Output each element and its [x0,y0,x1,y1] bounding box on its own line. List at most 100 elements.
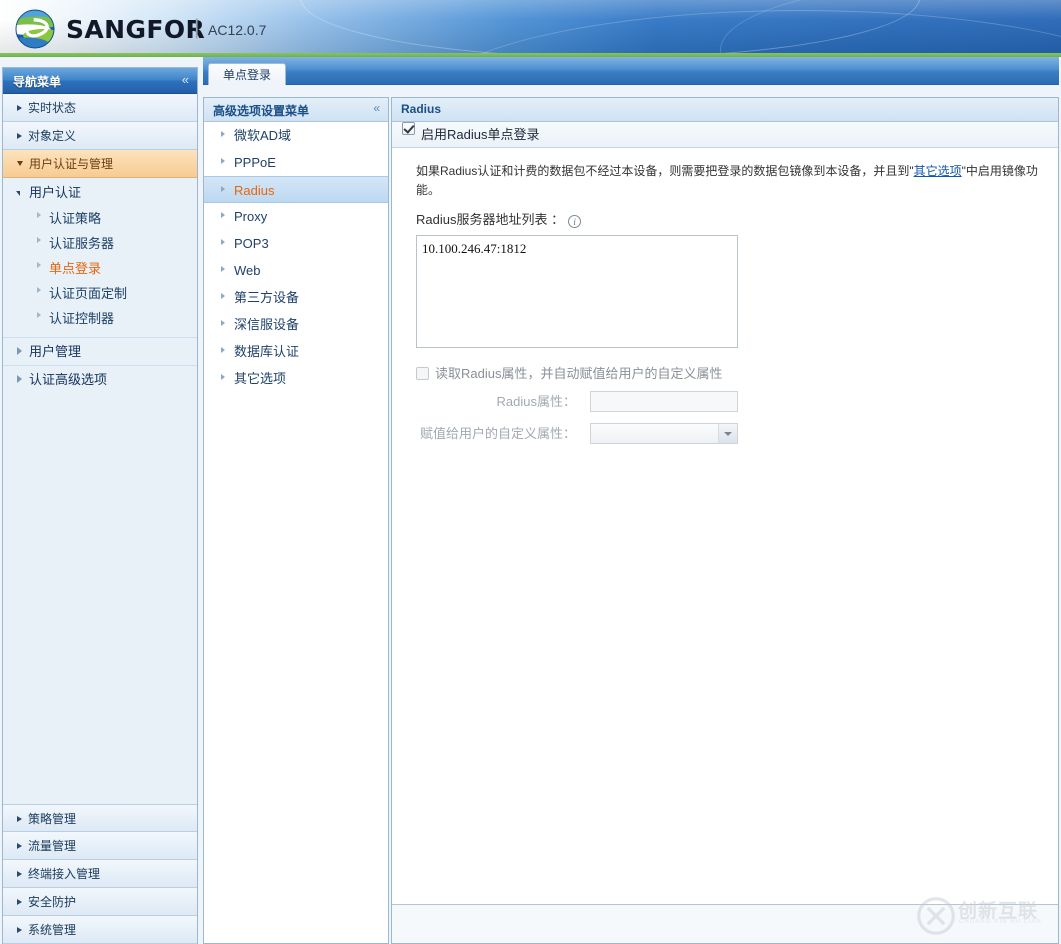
globe-icon [15,9,55,49]
collapse-left-nav-icon[interactable]: « [182,72,189,88]
chevron-right-icon [221,320,225,326]
left-nav-header: 导航菜单 « [3,68,197,94]
sidebar-item-label: 单点登录 [49,261,102,276]
radius-attribute-input[interactable] [590,391,738,412]
assign-custom-attribute-label: 赋值给用户的自定义属性： [419,426,576,441]
menu-item-pppoe[interactable]: PPPoE [204,149,388,176]
advanced-menu-header: 高级选项设置菜单 « [204,98,388,122]
app-shell: 导航菜单 « 实时状态 对象定义 用户认证与管理 用户认证 认证策略 认证服务器 [0,57,1061,944]
chevron-right-outline-icon [17,375,22,383]
chevron-right-icon [37,287,41,293]
chevron-right-icon [17,105,22,111]
sidebar-group-user-auth[interactable]: 用户认证 [3,180,197,206]
sidebar-item-auth-controller[interactable]: 认证控制器 [3,306,197,331]
chevron-right-outline-icon [17,347,22,355]
brand-version: AC12.0.7 [208,22,267,38]
sidebar-item-label: 对象定义 [28,129,77,143]
description-text: 如果Radius认证和计费的数据包不经过本设备，则需要把登录的数据包镜像到本设备… [416,162,1041,200]
read-radius-attribute-label[interactable]: 读取Radius属性，并自动赋值给用户的自定义属性 [435,366,722,381]
sidebar-group-user-management[interactable]: 用户管理 [3,337,197,365]
sidebar-item-label: 认证策略 [49,211,102,226]
sidebar-item-endpoint-access-management[interactable]: 终端接入管理 [3,860,197,888]
left-nav-title: 导航菜单 [13,75,62,89]
menu-item-ms-ad-domain[interactable]: 微软AD域 [204,122,388,149]
chevron-right-icon [221,293,225,299]
description-before: 如果Radius认证和计费的数据包不经过本设备，则需要把登录的数据包镜像到本设备… [416,164,914,178]
menu-item-label: 第三方设备 [234,290,300,305]
chevron-right-icon [221,374,225,380]
menu-item-radius[interactable]: Radius [204,176,388,203]
sidebar-item-label: 终端接入管理 [28,867,101,881]
content-panel: Radius 启用Radius单点登录 如果Radius认证和计费的数据包不经过… [391,97,1059,944]
read-radius-attribute-row: 读取Radius属性，并自动赋值给用户的自定义属性 [416,367,1042,381]
info-icon[interactable]: i [568,215,582,228]
tab-single-sign-on[interactable]: 单点登录 [208,63,287,85]
sidebar-group-auth-advanced[interactable]: 认证高级选项 [3,365,197,393]
enable-radius-sso-label[interactable]: 启用Radius单点登录 [421,127,539,142]
sidebar-group-label: 认证高级选项 [29,372,108,387]
menu-item-web[interactable]: Web [204,257,388,284]
sidebar-item-object-definition[interactable]: 对象定义 [3,122,197,150]
menu-item-proxy[interactable]: Proxy [204,203,388,230]
sidebar-item-label: 认证控制器 [49,311,115,326]
content-body: 如果Radius认证和计费的数据包不经过本设备，则需要把登录的数据包镜像到本设备… [392,148,1058,445]
chevron-right-icon [221,131,225,137]
menu-item-label: 数据库认证 [234,344,300,359]
brand-name: SANGFOR [66,15,206,44]
sidebar-item-system-management[interactable]: 系统管理 [3,916,197,944]
sidebar-subgroup: 用户认证 认证策略 认证服务器 单点登录 认证页面定制 认证控制器 用户管理 认… [3,178,197,393]
chevron-right-icon [37,312,41,318]
menu-item-label: Proxy [234,209,268,224]
sidebar-item-security-protection[interactable]: 安全防护 [3,888,197,916]
sidebar-item-traffic-management[interactable]: 流量管理 [3,832,197,860]
chevron-right-icon [37,237,41,243]
advanced-menu-title: 高级选项设置菜单 [213,104,310,118]
chevron-right-icon [221,158,225,164]
chevron-down-icon[interactable] [718,424,737,443]
sidebar-item-label: 用户认证与管理 [29,157,114,171]
radius-server-list-textarea[interactable] [416,235,738,348]
content-header: Radius [392,98,1058,122]
chevron-right-icon [17,927,22,933]
menu-item-sangfor-device[interactable]: 深信服设备 [204,311,388,338]
other-options-link[interactable]: 其它选项 [914,164,962,178]
menu-item-database-auth[interactable]: 数据库认证 [204,338,388,365]
collapse-advanced-menu-icon[interactable]: « [373,101,380,115]
menu-item-other-options[interactable]: 其它选项 [204,365,388,392]
sidebar-item-label: 策略管理 [28,812,77,826]
menu-item-third-party-device[interactable]: 第三方设备 [204,284,388,311]
menu-item-label: 微软AD域 [234,128,292,143]
sidebar-item-policy-management[interactable]: 策略管理 [3,804,197,832]
server-list-label-row: Radius服务器地址列表 ： i [416,209,1042,228]
triangle-down-icon [16,191,20,196]
menu-item-pop3[interactable]: POP3 [204,230,388,257]
sidebar-item-realtime-status[interactable]: 实时状态 [3,94,197,122]
menu-item-label: 其它选项 [234,371,287,386]
server-list-label: Radius服务器地址列表 ： [416,212,565,227]
assign-custom-attribute-select[interactable] [590,423,738,444]
chevron-right-icon [17,133,22,139]
menu-item-label: POP3 [234,236,269,251]
sidebar-bottom-group: 策略管理 流量管理 终端接入管理 安全防护 系统管理 [3,804,197,944]
chevron-right-icon [221,239,225,245]
sidebar-item-auth-page-custom[interactable]: 认证页面定制 [3,281,197,306]
menu-item-label: Radius [234,183,275,198]
chevron-right-icon [37,262,41,268]
enable-radius-sso-checkbox[interactable] [402,122,415,135]
read-radius-attribute-checkbox[interactable] [416,367,429,380]
brand-separator: | [194,16,200,39]
app-header: SANGFOR | AC12.0.7 [0,0,1061,56]
menu-item-label: PPPoE [234,155,276,170]
chevron-right-icon [37,212,41,218]
sidebar-item-single-sign-on[interactable]: 单点登录 [3,256,197,281]
sidebar-item-label: 安全防护 [28,895,77,909]
sidebar-item-auth-server[interactable]: 认证服务器 [3,231,197,256]
assign-custom-attribute-field-row: 赋值给用户的自定义属性： [416,423,1042,445]
sidebar-item-label: 认证服务器 [49,236,115,251]
chevron-right-icon [221,266,225,272]
sidebar-item-auth-policy[interactable]: 认证策略 [3,206,197,231]
sidebar-item-label: 流量管理 [28,839,77,853]
chevron-right-icon [17,899,22,905]
chevron-right-icon [17,871,22,877]
sidebar-item-user-auth-management[interactable]: 用户认证与管理 [3,150,197,178]
